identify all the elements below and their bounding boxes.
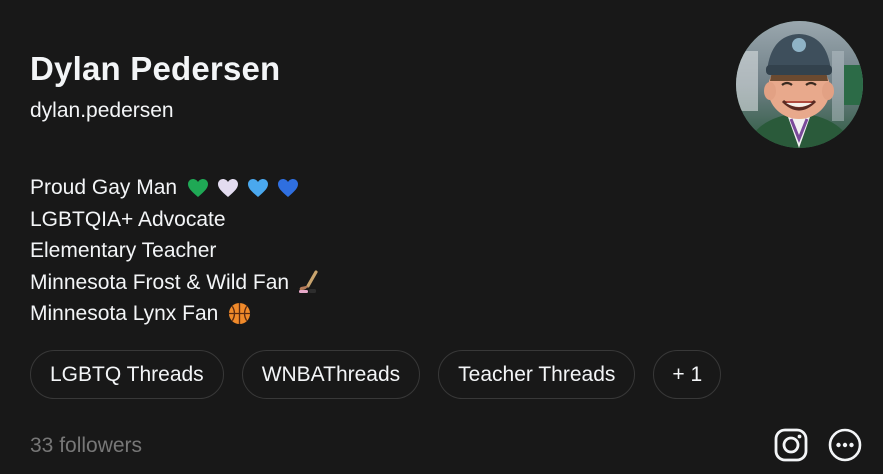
more-options-icon[interactable] [828, 428, 862, 462]
bio-text: Elementary Teacher [30, 239, 217, 262]
avatar[interactable] [736, 21, 863, 148]
bio-line: Proud Gay Man [30, 172, 321, 204]
light-blue-heart-icon [247, 178, 269, 198]
bio-text: Minnesota Lynx Fan [30, 302, 219, 325]
more-tags-button[interactable]: + 1 [653, 350, 722, 399]
bio-line: Elementary Teacher [30, 235, 321, 267]
blue-heart-icon [277, 178, 299, 198]
bio-line: LGBTQIA+ Advocate [30, 204, 321, 236]
tag-lgbtq-threads[interactable]: LGBTQ Threads [30, 350, 224, 399]
bio-text: Minnesota Frost & Wild Fan [30, 270, 290, 294]
instagram-icon[interactable] [774, 428, 808, 462]
followers-count[interactable]: 33 followers [30, 433, 142, 459]
green-heart-icon [187, 178, 209, 198]
bio-line: Minnesota Lynx Fan [30, 298, 321, 330]
bio-line: Minnesota Frost & Wild Fan [30, 267, 321, 299]
white-heart-icon [217, 178, 239, 198]
profile-username: dylan.pedersen [30, 99, 174, 122]
profile-header: Dylan Pedersen dylan.pedersen Proud Gay … [0, 0, 883, 474]
profile-bio: Proud Gay Man LGBTQIA+ Advocate Elementa… [30, 172, 321, 330]
topic-tags: LGBTQ Threads WNBAThreads Teacher Thread… [30, 350, 722, 399]
bio-text: Proud Gay Man [30, 176, 178, 199]
tag-wnbathreads[interactable]: WNBAThreads [241, 350, 421, 399]
hockey-stick-icon [297, 270, 321, 294]
bio-text: LGBTQIA+ Advocate [30, 207, 226, 231]
tag-teacher-threads[interactable]: Teacher Threads [438, 350, 636, 399]
basketball-icon [228, 302, 251, 325]
profile-name: Dylan Pedersen [30, 50, 281, 87]
